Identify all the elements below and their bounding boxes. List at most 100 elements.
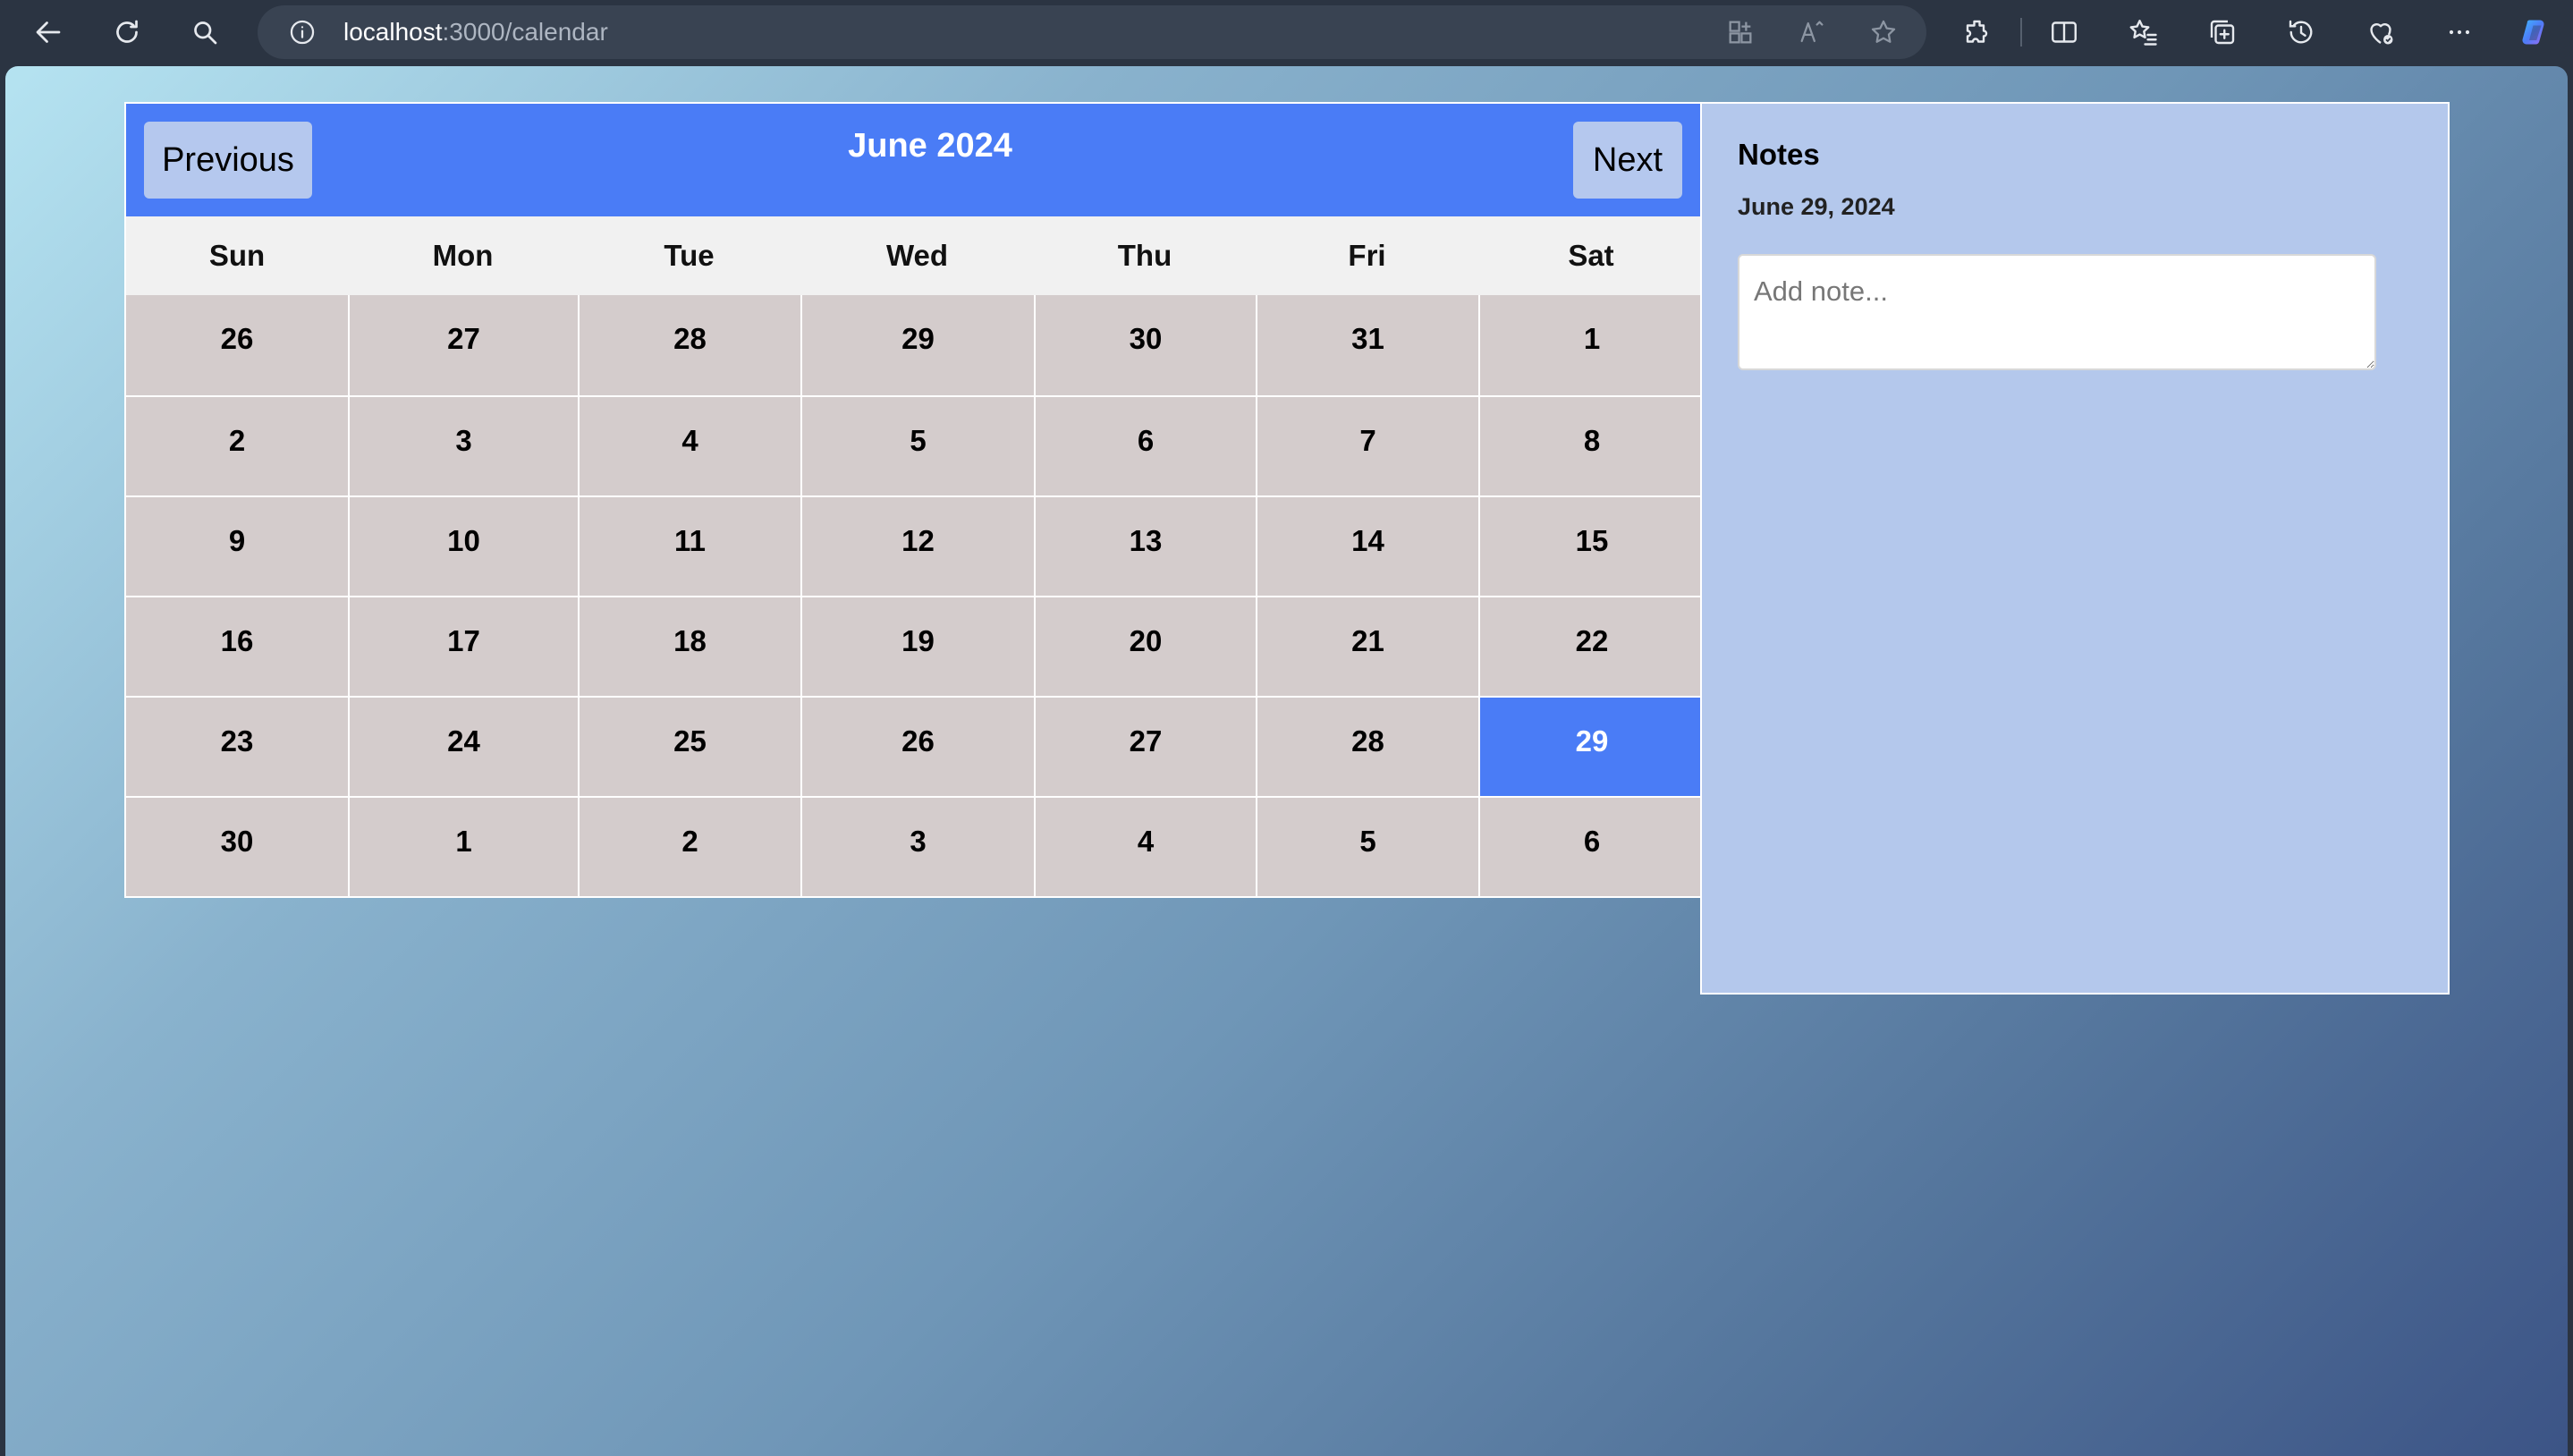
day-number: 6 <box>1137 424 1155 457</box>
day-number: 6 <box>1583 825 1601 858</box>
day-cell[interactable]: 30 <box>126 798 348 896</box>
day-cell[interactable]: 5 <box>1257 798 1478 896</box>
day-number: 3 <box>455 424 472 457</box>
day-cell[interactable]: 2 <box>580 798 800 896</box>
day-cell[interactable]: 30 <box>1036 295 1256 395</box>
day-cell[interactable]: 27 <box>350 295 578 395</box>
day-number: 3 <box>910 825 927 858</box>
day-number: 5 <box>1359 825 1376 858</box>
url-path: :3000/calendar <box>442 18 608 46</box>
weekday-label: Mon <box>432 239 494 272</box>
day-cell[interactable]: 18 <box>580 597 800 696</box>
weekday-label: Sat <box>1568 239 1614 272</box>
day-cell[interactable]: 29 <box>802 295 1034 395</box>
copilot-icon[interactable] <box>2515 13 2554 52</box>
day-number: 28 <box>673 322 707 355</box>
day-number: 30 <box>1129 322 1163 355</box>
day-cell[interactable]: 20 <box>1036 597 1256 696</box>
split-screen-icon[interactable] <box>2044 13 2084 52</box>
url-host: localhost <box>343 18 443 46</box>
day-cell[interactable]: 17 <box>350 597 578 696</box>
page-viewport: Previous June 2024 Next Sun Mon Tue Wed … <box>5 66 2568 1456</box>
day-number: 9 <box>228 524 246 557</box>
favorites-list-icon[interactable] <box>2124 13 2163 52</box>
day-cell[interactable]: 15 <box>1480 497 1704 596</box>
day-cell[interactable]: 28 <box>580 295 800 395</box>
day-number: 1 <box>455 825 472 858</box>
day-cell[interactable]: 5 <box>802 397 1034 495</box>
favorite-star-icon[interactable] <box>1867 16 1900 48</box>
day-cell[interactable]: 6 <box>1036 397 1256 495</box>
day-cell[interactable]: 11 <box>580 497 800 596</box>
day-number: 18 <box>673 624 707 657</box>
day-cell[interactable]: 25 <box>580 698 800 796</box>
browser-toolbar: localhost:3000/calendar <box>0 0 2573 64</box>
extensions-icon[interactable] <box>1959 13 1998 52</box>
day-number: 24 <box>447 724 480 758</box>
day-cell-selected[interactable]: 29 <box>1480 698 1704 796</box>
back-arrow-icon[interactable] <box>29 13 68 52</box>
day-number: 16 <box>220 624 254 657</box>
day-cell[interactable]: 4 <box>580 397 800 495</box>
url-text[interactable]: localhost:3000/calendar <box>343 18 608 47</box>
day-number: 29 <box>1575 724 1609 758</box>
day-number: 8 <box>1583 424 1601 457</box>
day-cell[interactable]: 1 <box>350 798 578 896</box>
day-cell[interactable]: 3 <box>802 798 1034 896</box>
read-aloud-icon[interactable] <box>1796 16 1828 48</box>
more-menu-icon[interactable] <box>2440 13 2479 52</box>
collections-icon[interactable] <box>2203 13 2242 52</box>
day-cell[interactable]: 26 <box>802 698 1034 796</box>
calendar: Previous June 2024 Next Sun Mon Tue Wed … <box>124 102 1705 898</box>
day-cell[interactable]: 26 <box>126 295 348 395</box>
day-cell[interactable]: 28 <box>1257 698 1478 796</box>
day-cell[interactable]: 16 <box>126 597 348 696</box>
day-cell[interactable]: 21 <box>1257 597 1478 696</box>
refresh-icon[interactable] <box>107 13 147 52</box>
day-cell[interactable]: 12 <box>802 497 1034 596</box>
day-number: 12 <box>901 524 935 557</box>
day-number: 26 <box>220 322 254 355</box>
app-grid-icon[interactable] <box>1724 16 1756 48</box>
day-grid: 26 27 28 29 30 31 1 2 3 4 5 6 7 8 9 10 11 12 13 14 15 16 17 18 1… <box>126 295 1704 896</box>
day-cell[interactable]: 6 <box>1480 798 1704 896</box>
day-cell[interactable]: 19 <box>802 597 1034 696</box>
note-input[interactable] <box>1738 254 2376 370</box>
day-number: 13 <box>1129 524 1163 557</box>
day-cell[interactable]: 4 <box>1036 798 1256 896</box>
day-cell[interactable]: 1 <box>1480 295 1704 395</box>
day-number: 1 <box>1583 322 1601 355</box>
weekday-label: Thu <box>1117 239 1172 272</box>
search-icon[interactable] <box>185 13 224 52</box>
day-cell[interactable]: 22 <box>1480 597 1704 696</box>
browser-essentials-icon[interactable] <box>2361 13 2400 52</box>
day-cell[interactable]: 13 <box>1036 497 1256 596</box>
weekday-label: Wed <box>885 239 949 272</box>
day-number: 4 <box>681 424 698 457</box>
day-cell[interactable]: 24 <box>350 698 578 796</box>
next-month-button[interactable]: Next <box>1573 122 1682 199</box>
day-cell[interactable]: 9 <box>126 497 348 596</box>
day-cell[interactable]: 10 <box>350 497 578 596</box>
day-number: 30 <box>220 825 254 858</box>
day-cell[interactable]: 14 <box>1257 497 1478 596</box>
day-number: 31 <box>1351 322 1384 355</box>
day-number: 26 <box>901 724 935 758</box>
day-cell[interactable]: 7 <box>1257 397 1478 495</box>
site-info-icon[interactable] <box>284 14 320 50</box>
day-cell[interactable]: 8 <box>1480 397 1704 495</box>
day-cell[interactable]: 27 <box>1036 698 1256 796</box>
notes-title: Notes <box>1738 138 1820 171</box>
day-number: 7 <box>1359 424 1376 457</box>
day-number: 4 <box>1137 825 1155 858</box>
history-icon[interactable] <box>2281 13 2321 52</box>
day-number: 22 <box>1575 624 1609 657</box>
day-cell[interactable]: 23 <box>126 698 348 796</box>
day-number: 21 <box>1351 624 1384 657</box>
day-number: 10 <box>447 524 480 557</box>
day-cell[interactable]: 31 <box>1257 295 1478 395</box>
address-bar[interactable]: localhost:3000/calendar <box>258 5 1926 59</box>
day-cell[interactable]: 2 <box>126 397 348 495</box>
toolbar-divider <box>2020 18 2022 47</box>
day-cell[interactable]: 3 <box>350 397 578 495</box>
